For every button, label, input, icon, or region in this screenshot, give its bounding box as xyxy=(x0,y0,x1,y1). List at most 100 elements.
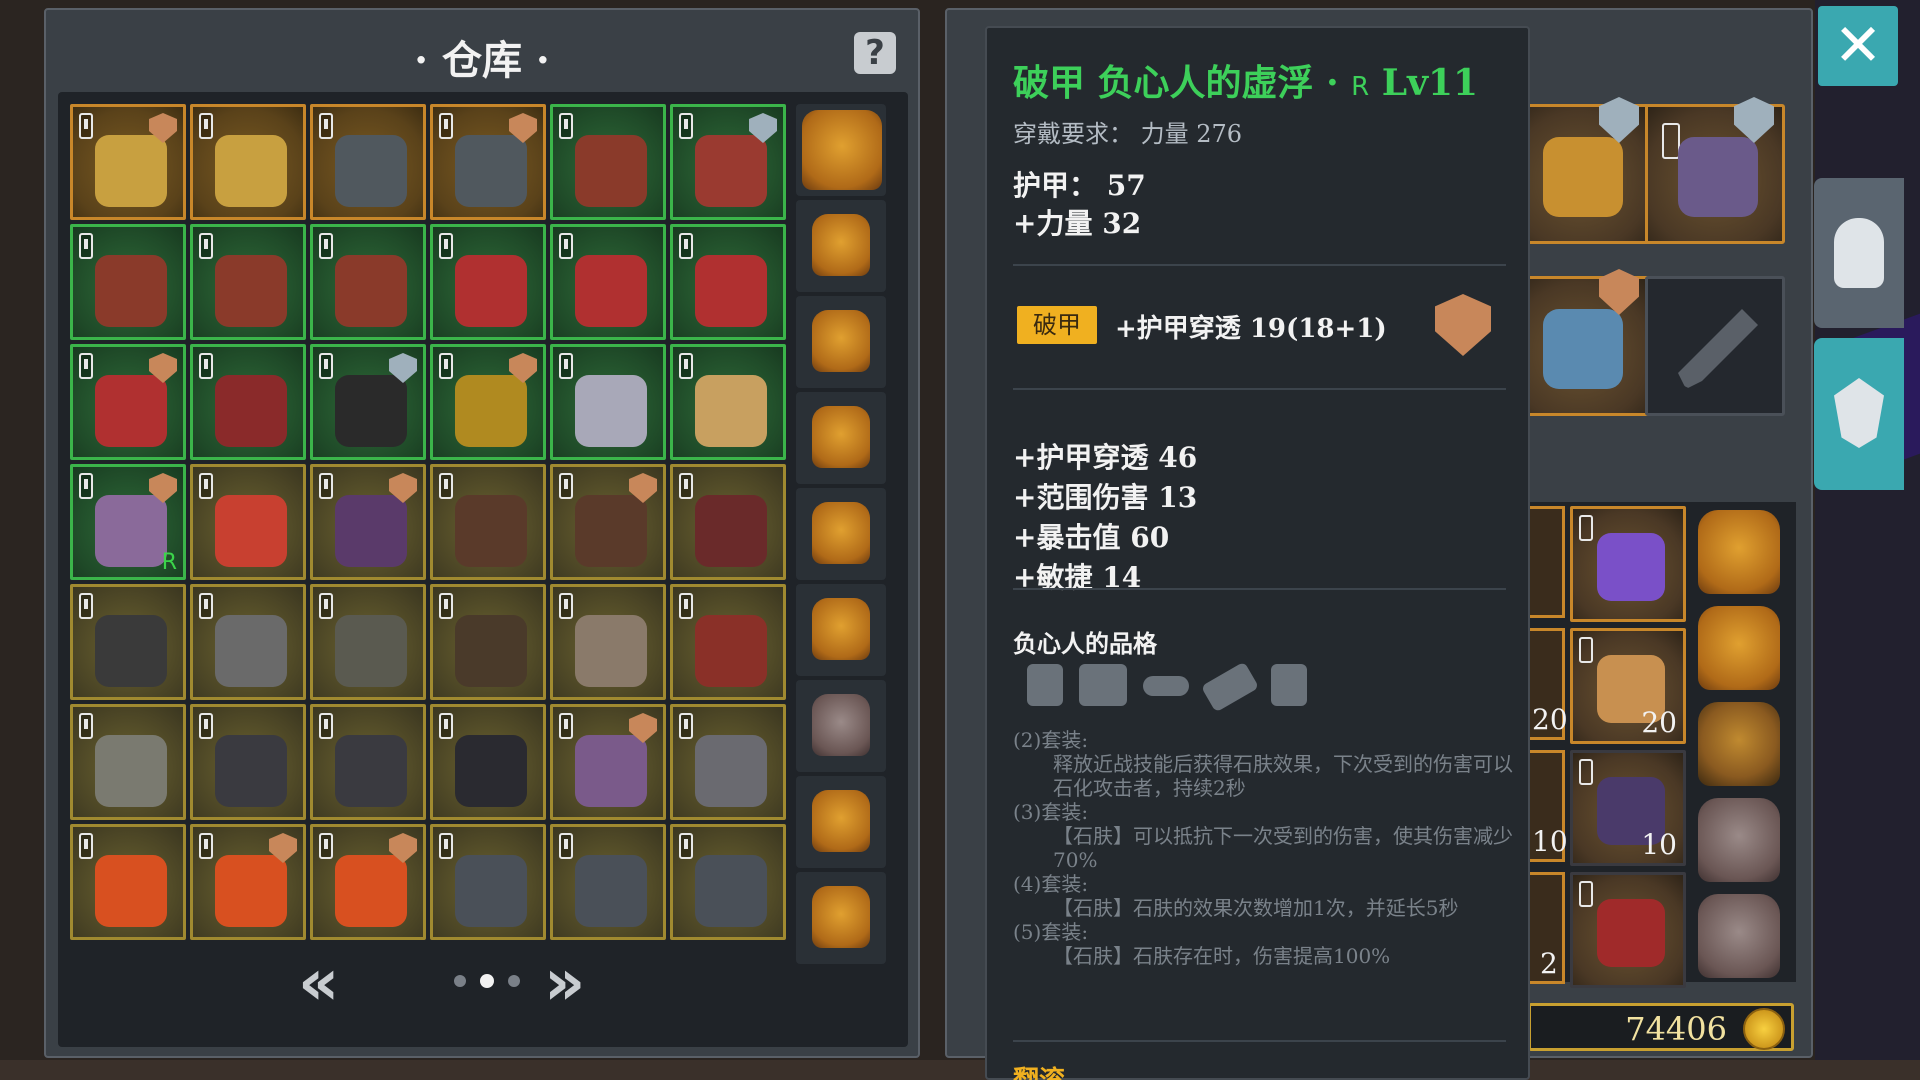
equip-slot-ring-1[interactable] xyxy=(1510,97,1650,244)
warehouse-slot[interactable] xyxy=(310,344,426,460)
prev-page-button[interactable]: « xyxy=(298,951,339,1015)
bag-slot[interactable] xyxy=(796,200,886,292)
warehouse-slot[interactable] xyxy=(550,224,666,340)
warehouse-slot[interactable] xyxy=(190,704,306,820)
warehouse-slot[interactable] xyxy=(430,464,546,580)
warehouse-slot[interactable] xyxy=(550,344,666,460)
inventory-slot-partial[interactable]: 2 xyxy=(1525,872,1565,984)
warehouse-slot[interactable] xyxy=(190,584,306,700)
inventory-slot-crystal[interactable]: 10 xyxy=(1570,750,1686,866)
bag-slot[interactable] xyxy=(796,296,886,388)
item-icon xyxy=(575,375,647,447)
page-dot[interactable] xyxy=(480,974,494,988)
warehouse-slot[interactable] xyxy=(70,584,186,700)
tab-weapons[interactable] xyxy=(1814,338,1904,490)
warehouse-slot[interactable] xyxy=(310,704,426,820)
next-page-button[interactable]: » xyxy=(544,951,585,1015)
warehouse-slot[interactable] xyxy=(430,104,546,220)
bag-slot[interactable] xyxy=(796,488,886,580)
equip-slot-weapon[interactable] xyxy=(1645,97,1785,244)
equip-slot-offhand[interactable] xyxy=(1645,276,1785,416)
affix-penetration: +护甲穿透 19(18+1) xyxy=(1115,314,1387,344)
inventory-bag[interactable] xyxy=(1694,890,1784,982)
lock-icon xyxy=(439,233,453,259)
item-icon xyxy=(575,735,647,807)
help-icon[interactable]: ? xyxy=(854,32,896,74)
lock-icon xyxy=(559,353,573,379)
bag-slot[interactable] xyxy=(796,584,886,676)
warehouse-slot[interactable] xyxy=(310,824,426,940)
warehouse-slot[interactable] xyxy=(190,224,306,340)
lock-icon xyxy=(679,233,693,259)
inventory-slot-gem[interactable] xyxy=(1570,506,1686,622)
warehouse-slot[interactable] xyxy=(190,344,306,460)
equip-slot-ring-2[interactable] xyxy=(1510,269,1650,416)
warehouse-slot[interactable] xyxy=(670,224,786,340)
inventory-slot-ore[interactable] xyxy=(1570,872,1686,988)
warehouse-slot[interactable] xyxy=(550,104,666,220)
warehouse-slot[interactable] xyxy=(310,224,426,340)
warehouse-slot[interactable] xyxy=(310,104,426,220)
separator xyxy=(1013,588,1506,590)
bag-slot[interactable] xyxy=(796,104,886,196)
warehouse-slot[interactable] xyxy=(430,344,546,460)
warehouse-slot[interactable] xyxy=(670,464,786,580)
warehouse-slot[interactable] xyxy=(70,704,186,820)
warehouse-slot[interactable] xyxy=(670,824,786,940)
inventory-bag[interactable] xyxy=(1694,794,1784,886)
warehouse-slot[interactable] xyxy=(430,224,546,340)
warehouse-slot[interactable] xyxy=(550,584,666,700)
bag-slot[interactable] xyxy=(796,680,886,772)
warehouse-slot[interactable] xyxy=(430,584,546,700)
warehouse-slot[interactable] xyxy=(550,824,666,940)
warehouse-slot[interactable]: R xyxy=(70,464,186,580)
inventory-slot-partial[interactable]: 20 xyxy=(1525,628,1568,740)
lock-icon xyxy=(1579,515,1593,541)
bag-slot[interactable] xyxy=(796,776,886,868)
lock-icon xyxy=(319,233,333,259)
lock-icon xyxy=(1579,637,1593,663)
inventory-slot-partial[interactable] xyxy=(1525,506,1565,618)
item-icon xyxy=(335,855,407,927)
item-icon xyxy=(695,135,767,207)
lock-icon xyxy=(559,593,573,619)
warehouse-slot[interactable] xyxy=(670,344,786,460)
warehouse-slot[interactable] xyxy=(70,104,186,220)
inventory-slot-partial[interactable]: 10 xyxy=(1525,750,1568,862)
warehouse-slot[interactable] xyxy=(70,344,186,460)
item-icon xyxy=(575,855,647,927)
lock-icon xyxy=(199,593,213,619)
lock-icon xyxy=(199,713,213,739)
warehouse-slot[interactable] xyxy=(550,704,666,820)
warehouse-slot[interactable] xyxy=(670,584,786,700)
warehouse-slot[interactable] xyxy=(70,824,186,940)
warehouse-slot[interactable] xyxy=(190,464,306,580)
item-icon xyxy=(455,735,527,807)
inventory-bag[interactable] xyxy=(1694,506,1784,598)
page-dot[interactable] xyxy=(508,975,520,987)
inventory-slot-scroll[interactable]: 20 xyxy=(1570,628,1686,744)
bag-slot[interactable] xyxy=(796,392,886,484)
page-dot[interactable] xyxy=(454,975,466,987)
warehouse-slot[interactable] xyxy=(430,824,546,940)
warehouse-slot[interactable] xyxy=(70,224,186,340)
lock-icon xyxy=(79,713,93,739)
item-icon xyxy=(455,615,527,687)
warehouse-slot[interactable] xyxy=(310,464,426,580)
warehouse-slot[interactable] xyxy=(310,584,426,700)
lock-icon xyxy=(439,113,453,139)
inventory-bag[interactable] xyxy=(1694,698,1784,790)
tab-equipment[interactable] xyxy=(1814,178,1904,328)
warehouse-slot[interactable] xyxy=(670,704,786,820)
inventory-bag[interactable] xyxy=(1694,602,1784,694)
sword-icon xyxy=(1678,309,1758,389)
page-dots xyxy=(454,974,520,988)
separator xyxy=(1013,1040,1506,1042)
warehouse-slot[interactable] xyxy=(190,824,306,940)
warehouse-slot[interactable] xyxy=(190,104,306,220)
warehouse-slot[interactable] xyxy=(670,104,786,220)
close-button[interactable]: ✕ xyxy=(1818,6,1898,86)
separator xyxy=(1013,264,1506,266)
warehouse-slot[interactable] xyxy=(550,464,666,580)
warehouse-slot[interactable] xyxy=(430,704,546,820)
